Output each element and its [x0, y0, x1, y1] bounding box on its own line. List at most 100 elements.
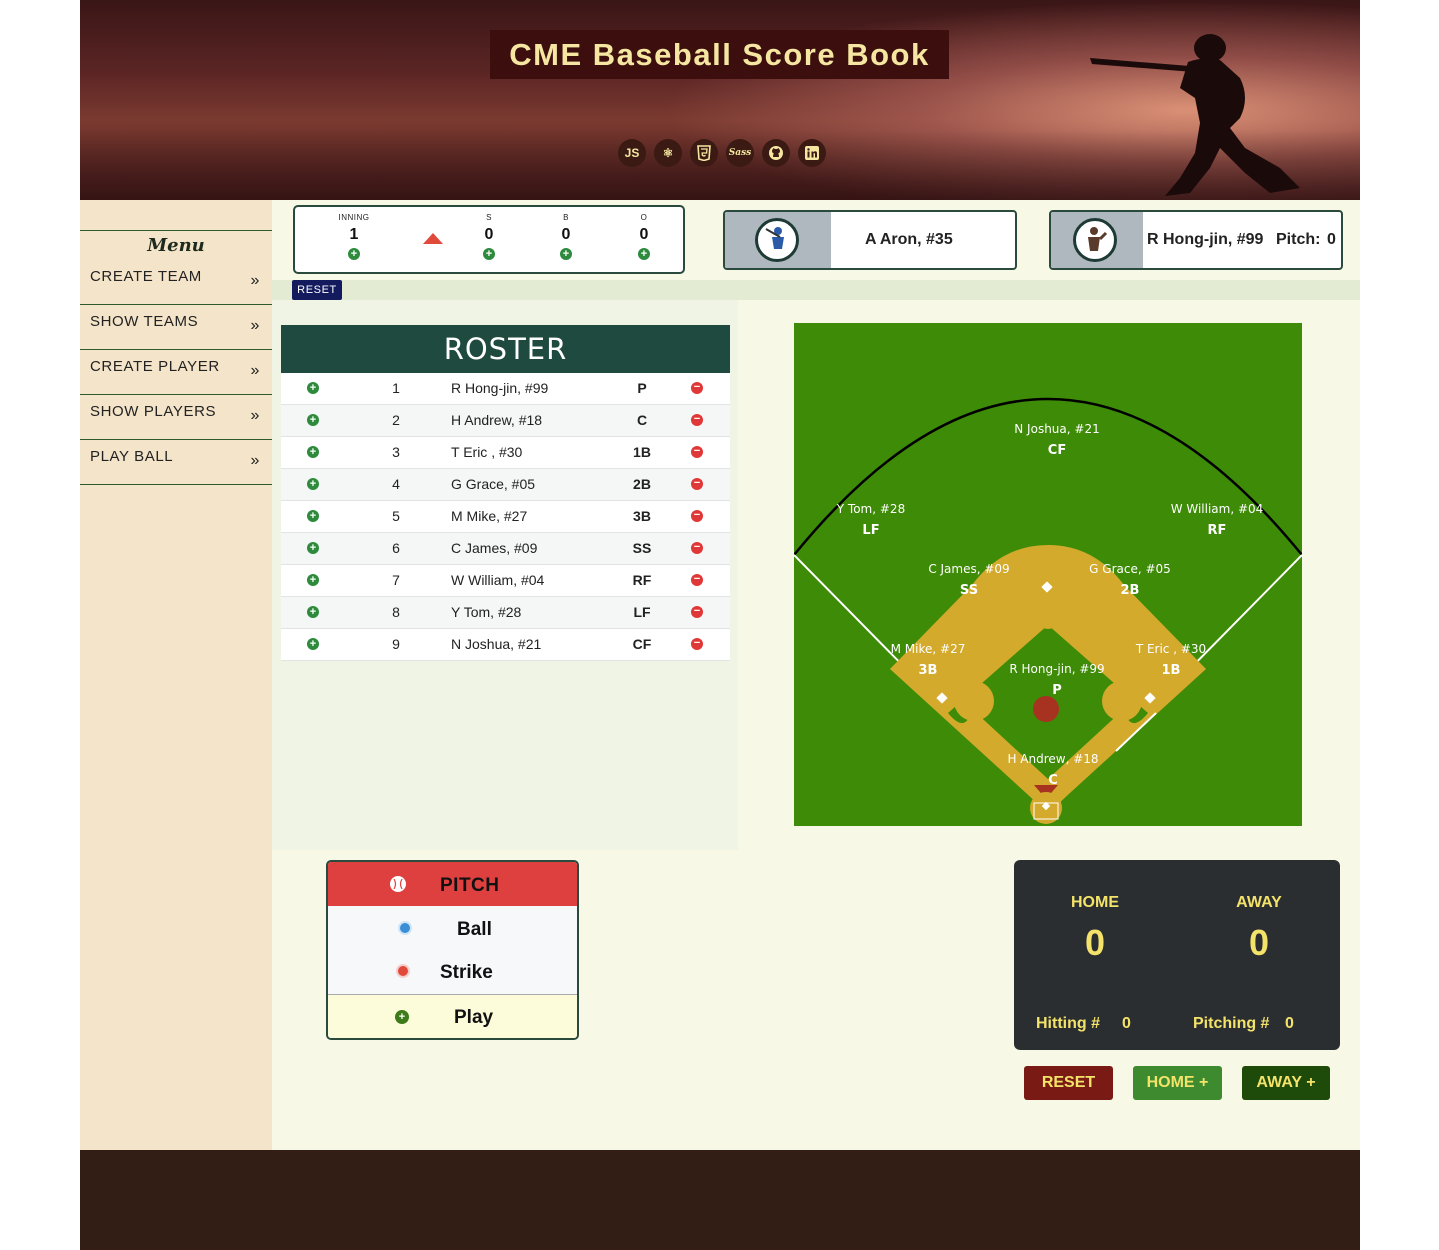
- menu-item-create-team[interactable]: CREATE TEAM »: [80, 260, 272, 305]
- player-name: N Joshua, #21: [451, 636, 542, 652]
- player-name: M Mike, #27: [451, 508, 528, 524]
- pitcher-photo-frame: [1051, 212, 1143, 268]
- roster-row: + 4 G Grace, #05 2B −: [281, 469, 730, 501]
- batter-photo-frame: [725, 212, 831, 268]
- pitch-header: PITCH: [328, 862, 577, 906]
- pitching-value: 0: [1285, 1015, 1294, 1032]
- away-label: AWAY: [1236, 894, 1282, 911]
- reset-strip: [272, 280, 1360, 300]
- menu-title: Menu: [80, 230, 272, 256]
- player-position: SS: [632, 540, 652, 556]
- player-position: RF: [632, 572, 652, 588]
- cf-position-label: CF: [1048, 443, 1066, 458]
- rf-position-label: RF: [1208, 523, 1227, 538]
- ball-option[interactable]: Ball: [457, 919, 492, 941]
- add-ball-button[interactable]: +: [560, 248, 572, 260]
- add-inning-button[interactable]: +: [348, 248, 360, 260]
- 3b-player-name: M Mike, #27: [891, 642, 966, 656]
- add-player-button[interactable]: +: [307, 638, 319, 650]
- home-score: 0: [1084, 922, 1106, 963]
- add-player-button[interactable]: +: [307, 414, 319, 426]
- batting-order: 4: [392, 476, 400, 492]
- strikes-column: S 0 +: [459, 213, 519, 262]
- add-player-button[interactable]: +: [307, 542, 319, 554]
- roster-row: + 9 N Joshua, #21 CF −: [281, 629, 730, 661]
- menu-item-label: SHOW TEAMS: [90, 313, 199, 330]
- menu-item-play-ball[interactable]: PLAY BALL »: [80, 440, 272, 485]
- react-icon[interactable]: ⚛: [654, 139, 682, 167]
- menu-item-label: CREATE TEAM: [90, 268, 202, 285]
- 1b-position-label: 1B: [1162, 663, 1181, 678]
- site-title: CME Baseball Score Book: [490, 30, 949, 79]
- p-player-name: R Hong-jin, #99: [1009, 662, 1104, 676]
- add-out-button[interactable]: +: [638, 248, 650, 260]
- baseball-icon: [390, 876, 406, 892]
- pitcher-avatar: [1073, 218, 1117, 262]
- 3b-position-label: 3B: [919, 663, 938, 678]
- strike-option[interactable]: Strike: [440, 962, 493, 984]
- home-plus-button[interactable]: HOME +: [1133, 1066, 1222, 1100]
- balls-value: 0: [561, 226, 571, 243]
- top-half-arrow-icon: [423, 233, 443, 244]
- menu-item-show-teams[interactable]: SHOW TEAMS »: [80, 305, 272, 350]
- ss-player-name: C James, #09: [928, 562, 1009, 576]
- remove-player-button[interactable]: −: [691, 638, 703, 650]
- reset-score-button[interactable]: RESET: [1024, 1066, 1113, 1100]
- balls-label: B: [563, 213, 569, 222]
- away-score: 0: [1248, 922, 1270, 963]
- roster-table: + 1 R Hong-jin, #99 P − + 2 H Andrew, #1…: [281, 373, 730, 661]
- batter-name: A Aron, #35: [865, 231, 953, 248]
- player-position: LF: [633, 604, 651, 620]
- strike-radio-icon[interactable]: [396, 964, 410, 978]
- batting-order: 6: [392, 540, 400, 556]
- scoreboard: HOME AWAY 0 0 Hitting # 0 Pitching # 0: [1014, 860, 1340, 1050]
- roster-row: + 7 W William, #04 RF −: [281, 565, 730, 597]
- player-position: CF: [632, 636, 652, 652]
- pitcher-name: R Hong-jin, #99: [1147, 231, 1264, 248]
- add-player-button[interactable]: +: [307, 510, 319, 522]
- play-option-row[interactable]: + Play: [328, 994, 577, 1038]
- balls-column: B 0 +: [536, 213, 596, 262]
- player-name: G Grace, #05: [451, 476, 536, 492]
- 2b-player-name: G Grace, #05: [1089, 562, 1171, 576]
- remove-player-button[interactable]: −: [691, 478, 703, 490]
- javascript-icon[interactable]: JS: [618, 139, 646, 167]
- add-player-button[interactable]: +: [307, 446, 319, 458]
- player-position: 2B: [633, 476, 651, 492]
- pitching-label: Pitching #: [1193, 1015, 1270, 1032]
- batter-figure-icon: [765, 227, 784, 249]
- remove-player-button[interactable]: −: [691, 382, 703, 394]
- menu-item-create-player[interactable]: CREATE PLAYER »: [80, 350, 272, 395]
- first-base-cutout: [1102, 681, 1142, 721]
- away-plus-button[interactable]: AWAY +: [1242, 1066, 1330, 1100]
- reset-count-button[interactable]: RESET: [292, 280, 342, 300]
- remove-player-button[interactable]: −: [691, 542, 703, 554]
- add-strike-button[interactable]: +: [483, 248, 495, 260]
- footer: [80, 1150, 1360, 1250]
- github-octocat-glyph: [769, 146, 783, 160]
- tech-icon-row: JS ⚛ Sass: [618, 139, 826, 167]
- inning-column: INNING 1 +: [324, 213, 384, 262]
- play-option: Play: [454, 1007, 494, 1028]
- github-icon[interactable]: [762, 139, 790, 167]
- roster-row: + 5 M Mike, #27 3B −: [281, 501, 730, 533]
- remove-player-button[interactable]: −: [691, 414, 703, 426]
- menu-item-show-players[interactable]: SHOW PLAYERS »: [80, 395, 272, 440]
- add-player-button[interactable]: +: [307, 478, 319, 490]
- html5-shield-glyph: [697, 145, 711, 161]
- sass-icon[interactable]: Sass: [726, 139, 754, 167]
- add-player-button[interactable]: +: [307, 382, 319, 394]
- remove-player-button[interactable]: −: [691, 574, 703, 586]
- remove-player-button[interactable]: −: [691, 606, 703, 618]
- linkedin-glyph: [805, 146, 819, 160]
- add-player-button[interactable]: +: [307, 606, 319, 618]
- html5-icon[interactable]: [690, 139, 718, 167]
- ball-radio-icon[interactable]: [398, 921, 412, 935]
- linkedin-icon[interactable]: [798, 139, 826, 167]
- player-position: C: [636, 412, 648, 428]
- player-name: T Eric , #30: [451, 444, 523, 460]
- remove-player-button[interactable]: −: [691, 446, 703, 458]
- remove-player-button[interactable]: −: [691, 510, 703, 522]
- add-player-button[interactable]: +: [307, 574, 319, 586]
- pitchers-mound: [1033, 696, 1059, 722]
